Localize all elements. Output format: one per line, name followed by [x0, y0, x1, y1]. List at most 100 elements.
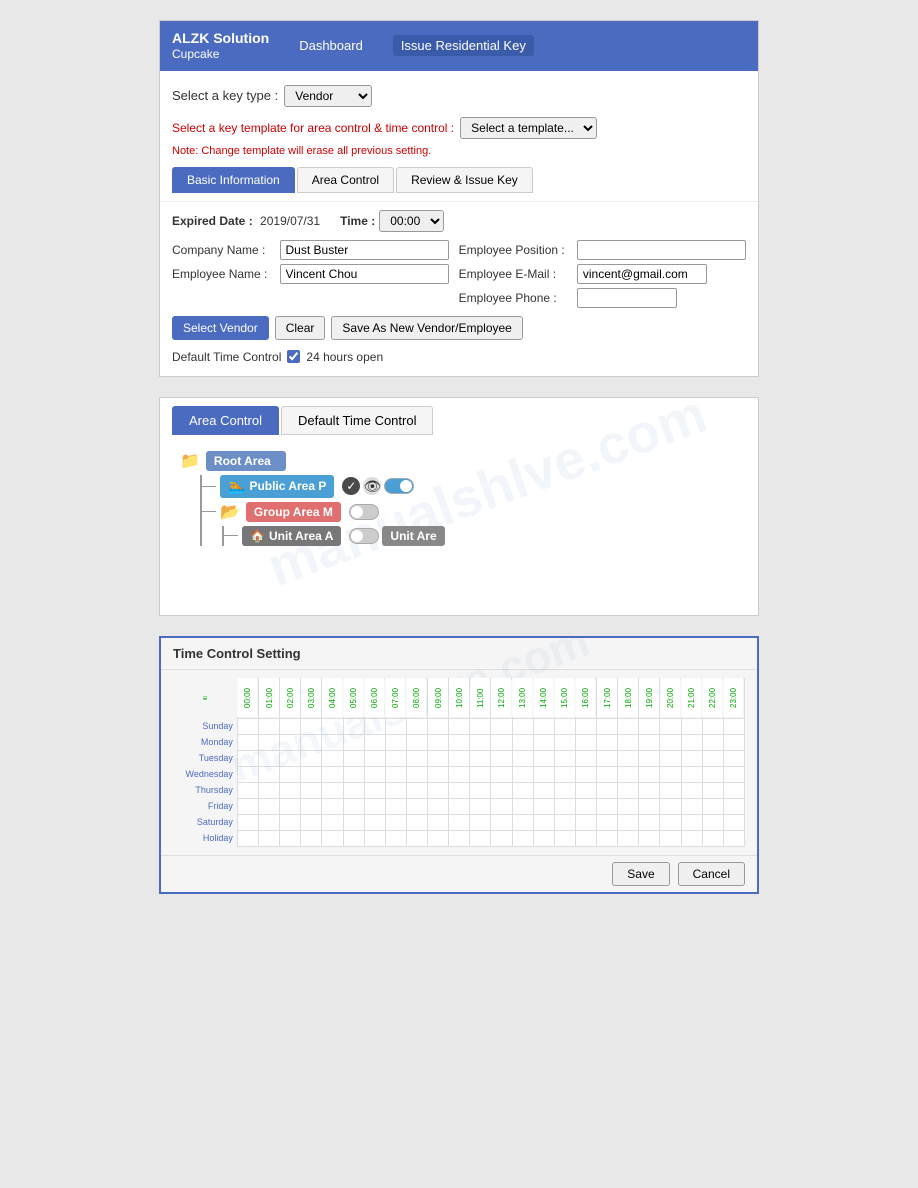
- time-cell-thursday-17[interactable]: [597, 782, 618, 798]
- time-cell-holiday-2[interactable]: [280, 830, 301, 846]
- time-cell-holiday-7[interactable]: [385, 830, 406, 846]
- tab-area-control[interactable]: Area Control: [297, 167, 394, 193]
- time-cell-tuesday-3[interactable]: [301, 750, 322, 766]
- time-cell-wednesday-12[interactable]: [491, 766, 512, 782]
- time-cell-holiday-12[interactable]: [491, 830, 512, 846]
- time-cell-friday-15[interactable]: [554, 798, 575, 814]
- time-cell-friday-23[interactable]: [723, 798, 744, 814]
- time-cell-thursday-12[interactable]: [491, 782, 512, 798]
- time-cell-saturday-2[interactable]: [280, 814, 301, 830]
- time-cell-friday-19[interactable]: [639, 798, 660, 814]
- time-cell-monday-2[interactable]: [280, 734, 301, 750]
- time-cell-tuesday-15[interactable]: [554, 750, 575, 766]
- time-cell-wednesday-16[interactable]: [575, 766, 596, 782]
- time-cell-thursday-1[interactable]: [259, 782, 280, 798]
- time-cell-thursday-23[interactable]: [723, 782, 744, 798]
- time-cell-wednesday-3[interactable]: [301, 766, 322, 782]
- time-cell-thursday-7[interactable]: [385, 782, 406, 798]
- time-cell-monday-3[interactable]: [301, 734, 322, 750]
- time-cell-wednesday-17[interactable]: [597, 766, 618, 782]
- eye-icon[interactable]: 👁: [363, 477, 381, 495]
- time-cell-holiday-15[interactable]: [554, 830, 575, 846]
- time-cell-sunday-3[interactable]: [301, 718, 322, 734]
- time-cell-saturday-12[interactable]: [491, 814, 512, 830]
- time-cell-friday-20[interactable]: [660, 798, 681, 814]
- time-cell-saturday-4[interactable]: [322, 814, 343, 830]
- time-cell-sunday-8[interactable]: [406, 718, 427, 734]
- employee-name-input[interactable]: [280, 264, 449, 284]
- time-cell-sunday-11[interactable]: [470, 718, 491, 734]
- time-cell-friday-0[interactable]: [237, 798, 258, 814]
- time-cell-wednesday-11[interactable]: [470, 766, 491, 782]
- time-cell-thursday-3[interactable]: [301, 782, 322, 798]
- time-cell-holiday-18[interactable]: [618, 830, 639, 846]
- time-cell-wednesday-13[interactable]: [512, 766, 533, 782]
- time-cell-thursday-11[interactable]: [470, 782, 491, 798]
- time-cell-monday-22[interactable]: [702, 734, 723, 750]
- time-cell-friday-7[interactable]: [385, 798, 406, 814]
- time-cell-monday-15[interactable]: [554, 734, 575, 750]
- time-cell-friday-17[interactable]: [597, 798, 618, 814]
- time-save-button[interactable]: Save: [612, 862, 669, 886]
- time-cell-friday-16[interactable]: [575, 798, 596, 814]
- time-cell-thursday-2[interactable]: [280, 782, 301, 798]
- public-toggle[interactable]: [384, 478, 414, 494]
- time-cell-sunday-21[interactable]: [681, 718, 702, 734]
- time-cell-tuesday-7[interactable]: [385, 750, 406, 766]
- time-cell-sunday-1[interactable]: [259, 718, 280, 734]
- time-cell-wednesday-2[interactable]: [280, 766, 301, 782]
- time-cell-friday-4[interactable]: [322, 798, 343, 814]
- time-cell-holiday-17[interactable]: [597, 830, 618, 846]
- time-cell-wednesday-22[interactable]: [702, 766, 723, 782]
- nav-dashboard[interactable]: Dashboard: [299, 38, 363, 53]
- time-cell-sunday-12[interactable]: [491, 718, 512, 734]
- time-cell-wednesday-18[interactable]: [618, 766, 639, 782]
- time-cell-sunday-0[interactable]: [237, 718, 258, 734]
- default-time-checkbox[interactable]: [287, 350, 300, 363]
- time-cell-sunday-14[interactable]: [533, 718, 554, 734]
- time-cell-tuesday-4[interactable]: [322, 750, 343, 766]
- time-cell-holiday-20[interactable]: [660, 830, 681, 846]
- time-cell-friday-14[interactable]: [533, 798, 554, 814]
- time-cell-monday-23[interactable]: [723, 734, 744, 750]
- time-cell-saturday-1[interactable]: [259, 814, 280, 830]
- time-cell-sunday-23[interactable]: [723, 718, 744, 734]
- time-cell-saturday-5[interactable]: [343, 814, 364, 830]
- time-cell-sunday-7[interactable]: [385, 718, 406, 734]
- time-cell-friday-9[interactable]: [428, 798, 449, 814]
- time-cell-tuesday-20[interactable]: [660, 750, 681, 766]
- time-cell-holiday-3[interactable]: [301, 830, 322, 846]
- time-cell-saturday-17[interactable]: [597, 814, 618, 830]
- time-cell-holiday-6[interactable]: [364, 830, 385, 846]
- time-cell-sunday-13[interactable]: [512, 718, 533, 734]
- time-cell-sunday-20[interactable]: [660, 718, 681, 734]
- time-cell-saturday-8[interactable]: [406, 814, 427, 830]
- time-cell-thursday-16[interactable]: [575, 782, 596, 798]
- time-cell-wednesday-8[interactable]: [406, 766, 427, 782]
- time-cell-thursday-18[interactable]: [618, 782, 639, 798]
- menu-icon[interactable]: ≡: [173, 678, 237, 718]
- time-cell-friday-13[interactable]: [512, 798, 533, 814]
- time-cell-tuesday-19[interactable]: [639, 750, 660, 766]
- time-select[interactable]: 00:00: [379, 210, 444, 232]
- time-cell-friday-10[interactable]: [449, 798, 470, 814]
- time-cell-holiday-21[interactable]: [681, 830, 702, 846]
- time-cell-tuesday-23[interactable]: [723, 750, 744, 766]
- time-cell-sunday-10[interactable]: [449, 718, 470, 734]
- time-cell-thursday-10[interactable]: [449, 782, 470, 798]
- time-cell-sunday-6[interactable]: [364, 718, 385, 734]
- time-cell-monday-1[interactable]: [259, 734, 280, 750]
- time-cell-wednesday-15[interactable]: [554, 766, 575, 782]
- time-cell-wednesday-6[interactable]: [364, 766, 385, 782]
- time-cell-thursday-5[interactable]: [343, 782, 364, 798]
- time-cell-thursday-21[interactable]: [681, 782, 702, 798]
- tab-default-time-control[interactable]: Default Time Control: [281, 406, 434, 435]
- time-cell-thursday-22[interactable]: [702, 782, 723, 798]
- employee-position-input[interactable]: [577, 240, 746, 260]
- time-cell-monday-17[interactable]: [597, 734, 618, 750]
- time-cell-thursday-14[interactable]: [533, 782, 554, 798]
- time-cell-thursday-20[interactable]: [660, 782, 681, 798]
- group-toggle[interactable]: [349, 504, 379, 520]
- key-type-select[interactable]: Vendor Employee Guest: [284, 85, 372, 107]
- time-cell-tuesday-2[interactable]: [280, 750, 301, 766]
